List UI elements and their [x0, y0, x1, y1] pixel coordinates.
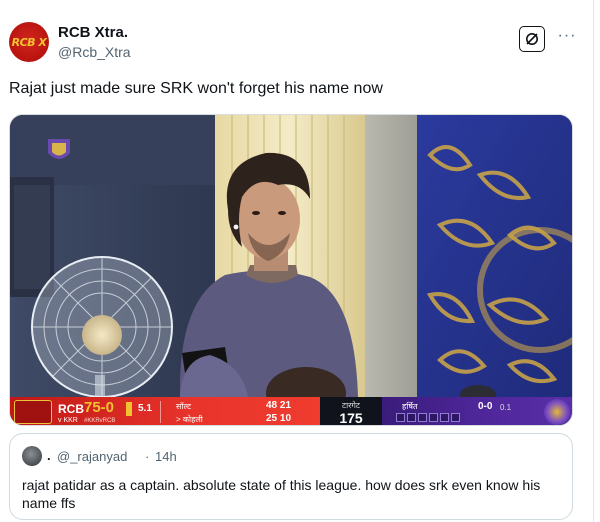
scoreboard: RCB 75-0 5.1 v KKR #KKRvRCB सॉल्ट > कोहल…	[10, 397, 572, 426]
quoted-timestamp[interactable]: 14h	[155, 449, 177, 464]
author-handle[interactable]: @Rcb_Xtra	[58, 44, 131, 60]
target-value: 175	[339, 410, 363, 426]
scoreboard-target: टारगेट 175	[320, 397, 382, 426]
batting-team: RCB	[58, 402, 84, 416]
bowler-overs: 0.1	[500, 403, 512, 412]
photo-scene	[10, 115, 572, 419]
match-hashtag: #KKRvRCB	[84, 418, 116, 424]
bowler-name: हर्षित	[402, 402, 418, 411]
quoted-tweet[interactable]: . @_rajanyad · 14h rajat patidar as a ca…	[9, 433, 573, 520]
grok-glyph	[526, 33, 538, 45]
rcb-badge-icon	[14, 400, 52, 424]
overs: 5.1	[138, 403, 152, 414]
ball-marker	[418, 413, 427, 422]
kkr-logo-icon	[544, 399, 570, 425]
author-avatar[interactable]: RCB X	[9, 22, 49, 62]
tweet-photo[interactable]: RCB 75-0 5.1 v KKR #KKRvRCB सॉल्ट > कोहल…	[9, 114, 573, 426]
author-display-name[interactable]: RCB Xtra.	[58, 24, 128, 41]
avatar-logo-text: RCB X	[11, 35, 47, 49]
tweet-card: RCB X RCB Xtra. @Rcb_Xtra ··· Rajat just…	[0, 0, 594, 522]
quoted-display-name: .	[47, 448, 51, 463]
quoted-separator: ·	[145, 449, 150, 464]
quoted-author-avatar[interactable]	[22, 446, 42, 466]
batter-1-runs: 48 21	[266, 400, 292, 411]
innings-indicator	[126, 402, 132, 416]
versus-label: v KKR	[58, 417, 78, 424]
ball-marker	[451, 413, 460, 422]
ball-marker	[407, 413, 416, 422]
ball-marker	[396, 413, 405, 422]
scoreboard-batting: RCB 75-0 5.1 v KKR #KKRvRCB सॉल्ट > कोहल…	[10, 397, 320, 425]
tweet-text: Rajat just made sure SRK won't forget hi…	[9, 80, 383, 97]
batter-2-runs: 25 10	[266, 413, 292, 424]
scoreboard-divider	[160, 401, 161, 423]
more-options-icon[interactable]: ···	[556, 26, 578, 46]
batting-score: 75-0	[84, 399, 115, 416]
quoted-tweet-text: rajat patidar as a captain. absolute sta…	[22, 477, 541, 511]
over-balls	[396, 413, 460, 422]
ball-marker	[440, 413, 449, 422]
batter-2-name: > कोहली	[176, 415, 203, 424]
grok-icon[interactable]	[519, 26, 545, 52]
quoted-author-handle: @_rajanyad	[57, 449, 128, 464]
scoreboard-bowling: हर्षित 0-0 0.1	[382, 397, 572, 425]
ball-marker	[429, 413, 438, 422]
batter-1-name: सॉल्ट	[176, 402, 191, 411]
bowler-figures: 0-0	[478, 401, 493, 412]
